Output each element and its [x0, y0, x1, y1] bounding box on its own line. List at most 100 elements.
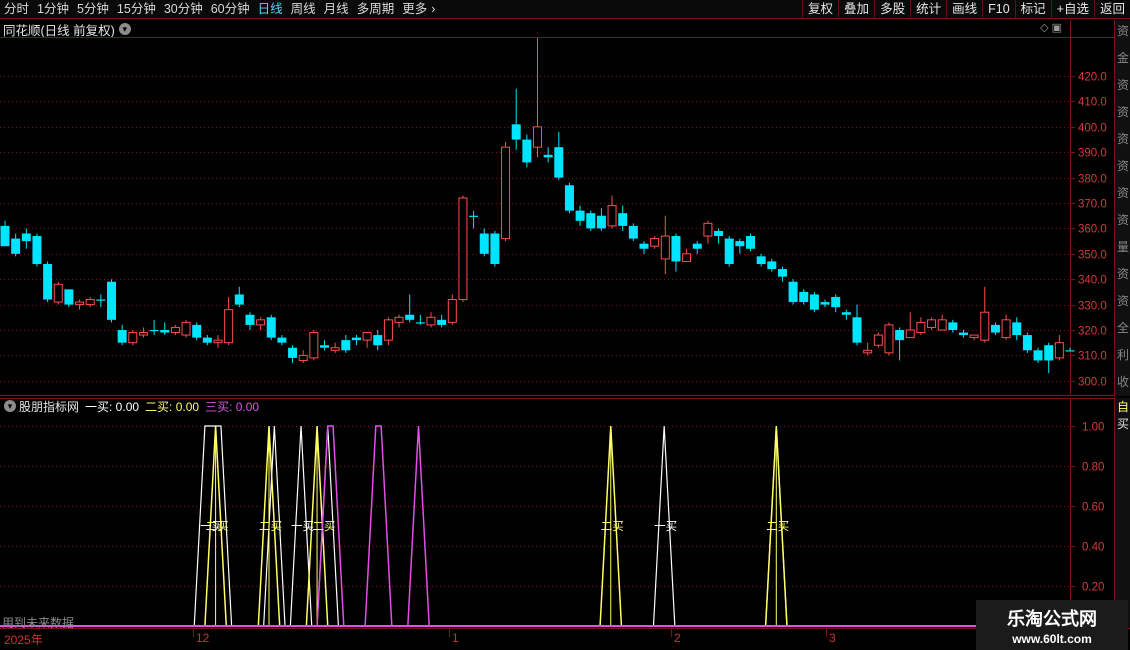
candle-body-up: [703, 222, 713, 237]
candle-body-up: [170, 326, 180, 334]
candle-body-down: [320, 345, 329, 348]
period-tab-1[interactable]: 1分钟: [33, 0, 73, 19]
indicator-series-line: [2, 425, 1070, 627]
indicator-y-tick-label: 0.60: [1082, 502, 1104, 514]
strip-char: 资: [1116, 132, 1129, 146]
period-tab-5[interactable]: 60分钟: [207, 0, 254, 19]
indicator-y-tick-label: 0.20: [1082, 582, 1104, 594]
date-tick: [193, 629, 194, 637]
candle-body-up: [980, 311, 990, 341]
period-tab-4[interactable]: 30分钟: [160, 0, 207, 19]
candle-body-up: [916, 321, 926, 334]
candle-body-down: [234, 294, 244, 305]
tool-button-4[interactable]: 画线: [946, 0, 982, 19]
period-tab-7[interactable]: 周线: [287, 0, 320, 19]
buy-marker-label: 二买: [206, 519, 229, 533]
period-toolbar: 分时 1分钟 5分钟 15分钟 30分钟 60分钟 日线 周线 月线 多周期 更多 › 复权 叠加 多股统…: [0, 0, 1130, 19]
strip-char: 买: [1116, 417, 1129, 431]
candle-body-down: [554, 147, 564, 178]
candle-body-up: [298, 354, 308, 361]
date-tick: [826, 629, 827, 637]
period-tab-8[interactable]: 月线: [320, 0, 353, 19]
candle-body-down: [415, 322, 425, 324]
candle-body-down: [149, 329, 159, 332]
candle-body-down: [692, 243, 702, 249]
strip-char: 资: [1116, 24, 1129, 38]
chevron-right-icon[interactable]: ›: [431, 0, 439, 19]
indicator-y-tick-label: 0.40: [1082, 542, 1104, 554]
y-tick-label: 420.0: [1078, 72, 1107, 84]
candle-body-up: [213, 339, 223, 344]
indicator-series-line: [2, 425, 1070, 627]
strip-char: 资: [1116, 186, 1129, 200]
tool-button-2[interactable]: 多股: [874, 0, 910, 19]
indicator-chart[interactable]: 0.200.400.600.801.00一买二买 二买 一买二买 二买 一买 二买: [0, 398, 1114, 628]
y-tick-label: 300.0: [1078, 377, 1107, 389]
tool-button-7[interactable]: +自选: [1050, 0, 1094, 19]
candle-body-up: [884, 324, 894, 354]
candle-body-up: [937, 319, 947, 331]
watermark-logo: 乐淘公式网 www.60lt.com: [976, 600, 1128, 650]
period-tab-0[interactable]: 分时: [0, 0, 33, 19]
y-tick-label: 340.0: [1078, 275, 1107, 287]
candle-body-down: [735, 241, 745, 247]
candle-body-down: [788, 281, 798, 303]
buy-marker-label: 二买: [601, 519, 624, 533]
candle-body-up: [383, 319, 393, 341]
candle-body-down: [852, 317, 862, 343]
candle-body-up: [309, 332, 319, 359]
candle-body-down: [490, 233, 500, 264]
candle-body-down: [245, 314, 255, 325]
tool-button-6[interactable]: 标记: [1014, 0, 1051, 19]
candle-body-up: [458, 197, 468, 301]
candle-body-down: [107, 281, 116, 320]
y-tick-label: 400.0: [1078, 123, 1107, 135]
period-tab-6[interactable]: 日线: [254, 0, 287, 19]
buy-marker-label: 二买: [259, 519, 282, 533]
date-tick: [449, 629, 450, 637]
candle-body-up: [905, 329, 915, 339]
watermark-title: 乐淘公式网: [1007, 609, 1097, 630]
strip-char: 自: [1116, 400, 1129, 414]
candle-body-down: [841, 312, 851, 315]
y-tick-label: 320.0: [1078, 326, 1107, 338]
tool-button-0[interactable]: 复权: [802, 0, 838, 19]
tool-button-3[interactable]: 统计: [910, 0, 946, 19]
strip-char: 全: [1116, 321, 1129, 335]
candle-body-up: [128, 332, 138, 344]
side-info-strip[interactable]: 资金资资资资资资量资资全利收: [1114, 20, 1130, 396]
candle-body-down: [746, 236, 755, 249]
candle-body-up: [863, 349, 873, 354]
candle-body-down: [479, 233, 489, 254]
candle-body-down: [831, 296, 841, 308]
candle-body-down: [564, 185, 574, 211]
candle-body-down: [341, 340, 351, 351]
candle-body-down: [1012, 322, 1022, 336]
candle-body-down: [266, 317, 276, 338]
candle-body-down: [96, 299, 106, 301]
indicator-side-strip[interactable]: 自买: [1114, 398, 1130, 628]
date-label-feb: 2: [674, 631, 681, 645]
period-tab-10[interactable]: 更多: [398, 0, 431, 19]
strip-char: 收: [1116, 375, 1129, 389]
period-tab-9[interactable]: 多周期: [353, 0, 399, 19]
candle-body-down: [1022, 335, 1032, 351]
candle-body-down: [437, 319, 447, 325]
date-label-jan: 1: [452, 631, 459, 645]
period-tab-2[interactable]: 5分钟: [73, 0, 113, 19]
candle-body-down: [117, 329, 127, 343]
period-tab-3[interactable]: 15分钟: [113, 0, 160, 19]
candle-body-up: [873, 334, 883, 346]
date-label-year: 2025年: [4, 633, 43, 647]
tool-button-1[interactable]: 叠加: [838, 0, 874, 19]
tool-button-5[interactable]: F10: [982, 0, 1015, 19]
tool-button-8[interactable]: 返回: [1093, 0, 1130, 19]
candle-body-down: [799, 291, 809, 303]
candle-body-down: [618, 213, 628, 226]
candle-body-up: [426, 316, 436, 326]
candle-body-down: [21, 233, 31, 242]
y-tick-label: 380.0: [1078, 174, 1107, 186]
candle-body-up: [256, 319, 266, 326]
candle-body-down: [756, 256, 766, 264]
candlestick-chart[interactable]: 300.0 310.0 320.0 330.0 340.0 350.0 360.0 370.0…: [0, 20, 1114, 396]
